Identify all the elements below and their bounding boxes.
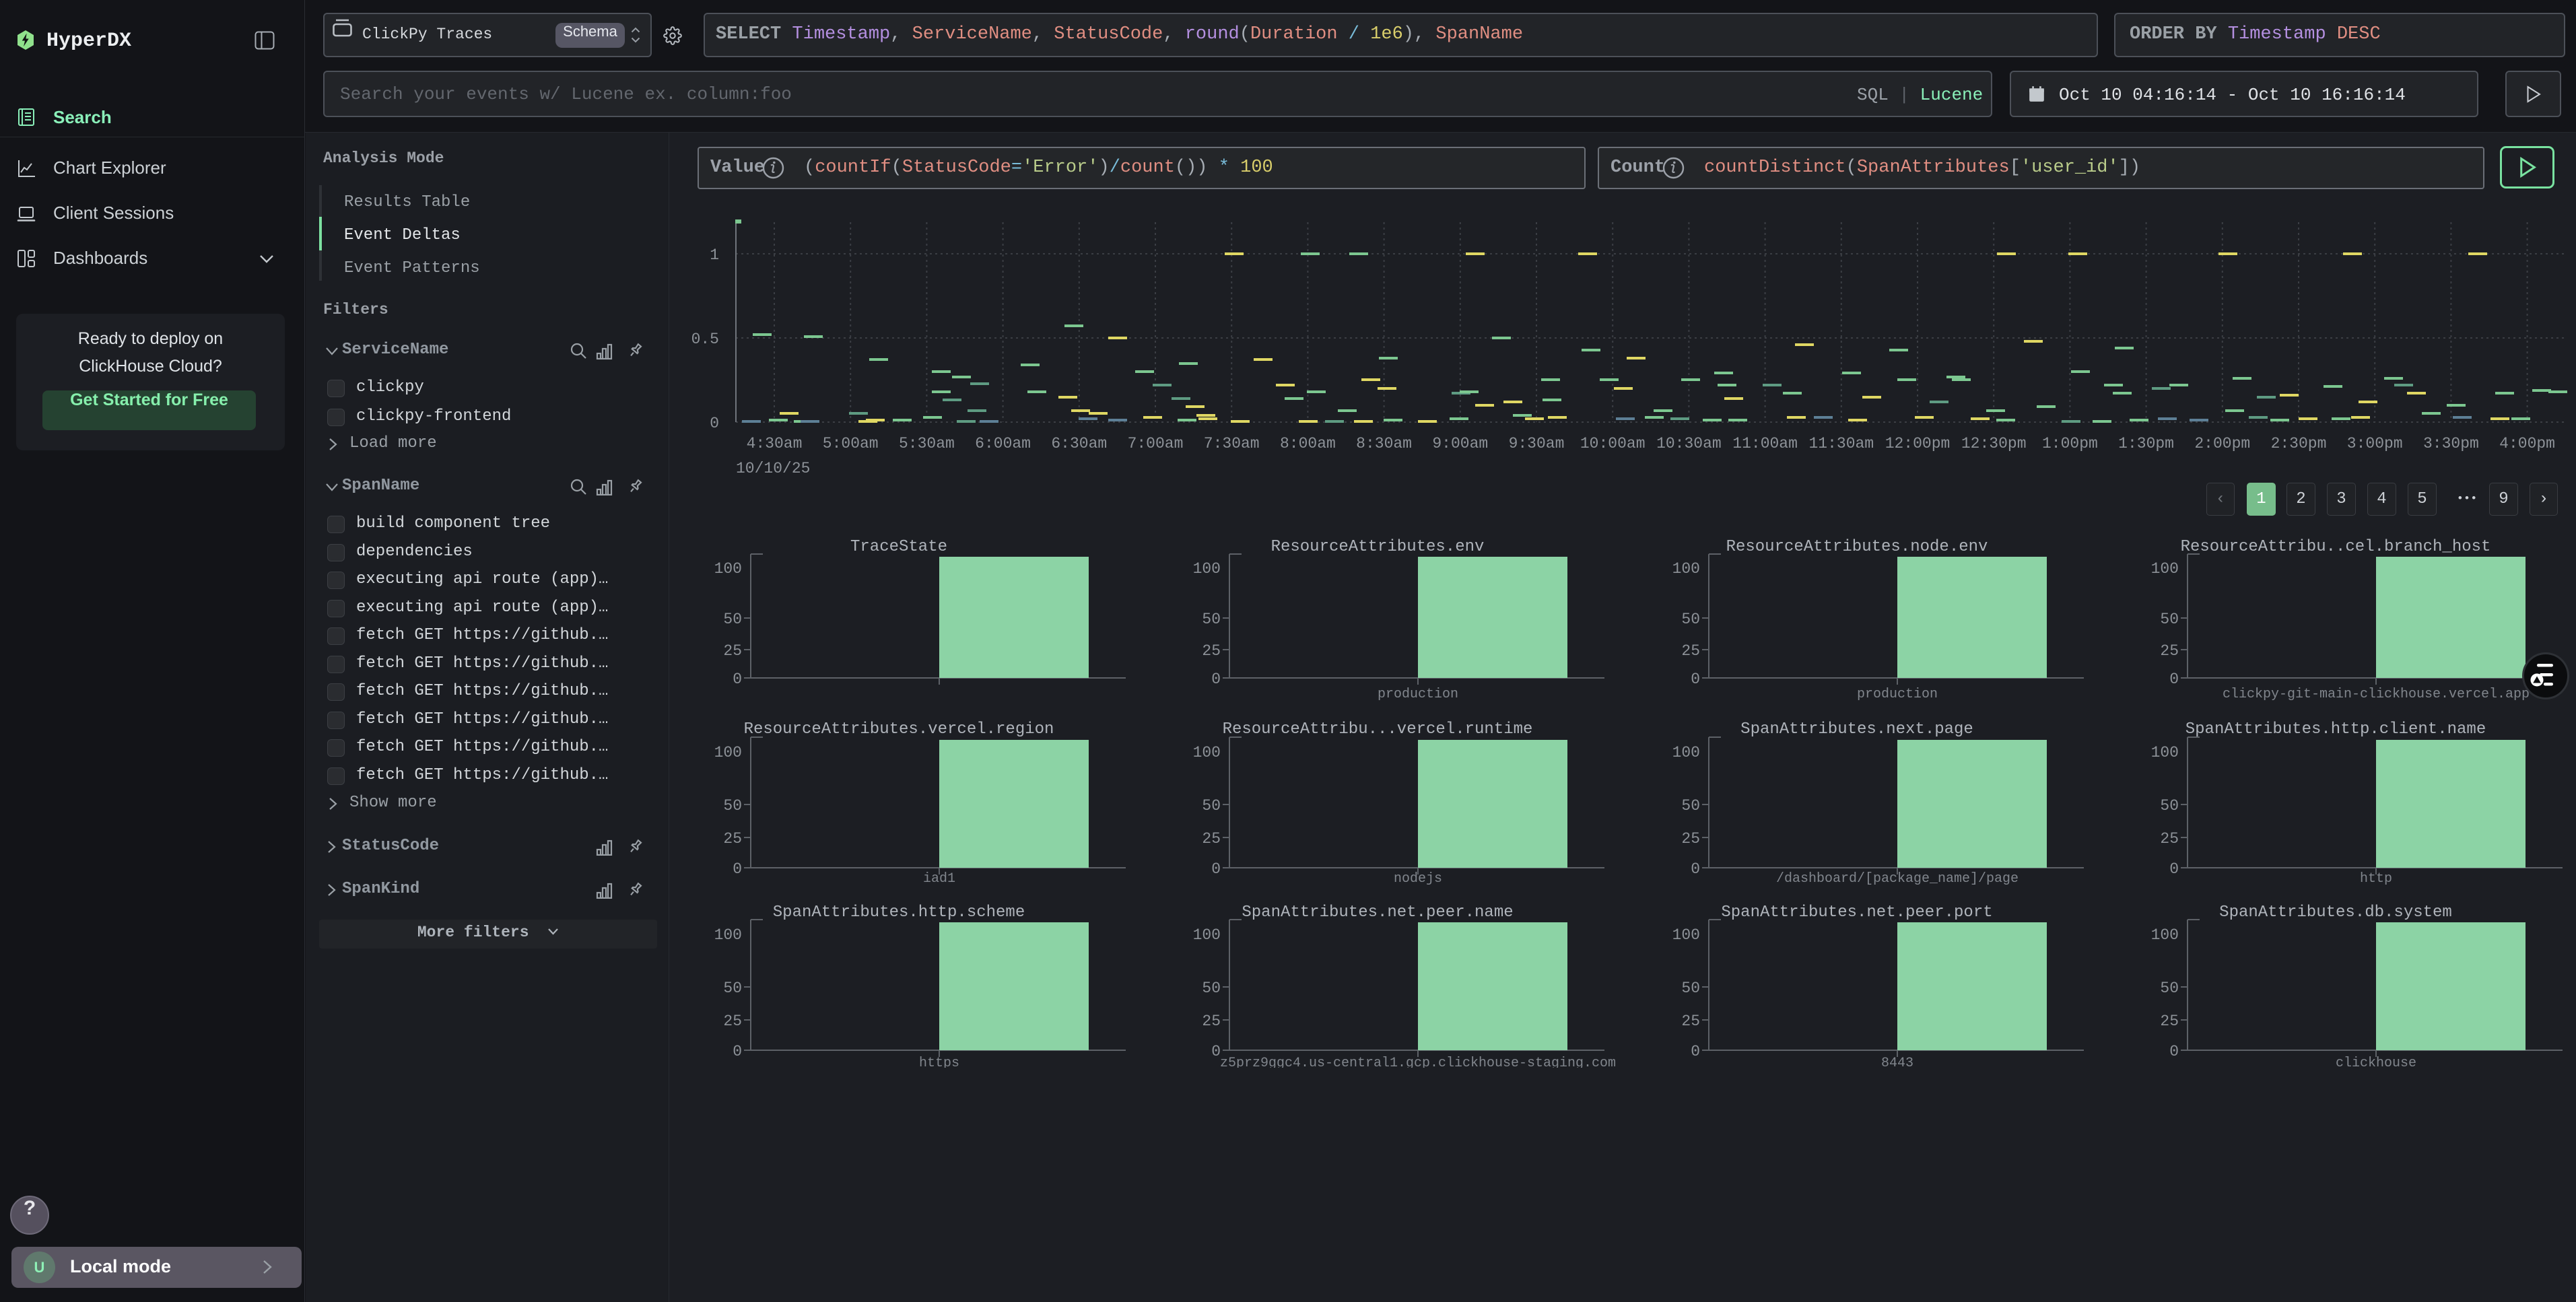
svg-text:25: 25 xyxy=(2160,830,2179,848)
svg-text:25: 25 xyxy=(1202,830,1221,848)
svg-text:50: 50 xyxy=(1202,797,1221,815)
svg-text:0: 0 xyxy=(1211,671,1221,688)
svg-text:100: 100 xyxy=(1193,560,1221,578)
svg-text:SpanAttributes.net.peer.name: SpanAttributes.net.peer.name xyxy=(1242,903,1513,922)
svg-text:SpanAttributes.http.client.nam: SpanAttributes.http.client.name xyxy=(2185,720,2486,739)
svg-text:http: http xyxy=(2360,871,2392,887)
svg-text:25: 25 xyxy=(723,830,742,848)
svg-text:0: 0 xyxy=(1691,671,1700,688)
svg-text:50: 50 xyxy=(723,797,742,815)
svg-text:100: 100 xyxy=(714,744,742,761)
svg-text:100: 100 xyxy=(1193,744,1221,761)
svg-text:SpanAttributes.next.page: SpanAttributes.next.page xyxy=(1740,720,1973,739)
svg-text:25: 25 xyxy=(1202,1013,1221,1030)
svg-text:50: 50 xyxy=(2160,611,2179,628)
svg-text:0: 0 xyxy=(733,671,742,688)
svg-text:0: 0 xyxy=(2169,1043,2179,1060)
svg-text:ResourceAttributes.node.env: ResourceAttributes.node.env xyxy=(1726,538,1988,556)
svg-text:25: 25 xyxy=(1681,642,1700,660)
svg-text:25: 25 xyxy=(723,642,742,660)
svg-text:/dashboard/[package_name]/page: /dashboard/[package_name]/page xyxy=(1776,871,2019,887)
svg-text:ResourceAttribu...vercel.runti: ResourceAttribu...vercel.runtime xyxy=(1223,720,1533,739)
svg-text:50: 50 xyxy=(723,980,742,997)
svg-text:25: 25 xyxy=(1681,1013,1700,1030)
svg-text:nodejs: nodejs xyxy=(1394,871,1442,887)
svg-text:25: 25 xyxy=(2160,642,2179,660)
svg-text:z5prz9ggc4.us-central1.gcp.cli: z5prz9ggc4.us-central1.gcp.clickhouse-st… xyxy=(1220,1056,1616,1068)
svg-text:50: 50 xyxy=(1681,797,1700,815)
svg-text:0: 0 xyxy=(2169,671,2179,688)
svg-text:50: 50 xyxy=(2160,797,2179,815)
svg-text:ResourceAttributes.env: ResourceAttributes.env xyxy=(1271,538,1485,556)
svg-text:https: https xyxy=(919,1056,959,1068)
svg-text:100: 100 xyxy=(2151,926,2179,944)
svg-text:100: 100 xyxy=(1672,744,1700,761)
svg-text:100: 100 xyxy=(2151,744,2179,761)
svg-text:100: 100 xyxy=(714,560,742,578)
svg-text:50: 50 xyxy=(1681,980,1700,997)
svg-text:ResourceAttribu..cel.branch_ho: ResourceAttribu..cel.branch_host xyxy=(2181,538,2491,556)
svg-text:0: 0 xyxy=(1691,1043,1700,1060)
svg-text:100: 100 xyxy=(2151,560,2179,578)
svg-text:50: 50 xyxy=(1202,980,1221,997)
svg-text:50: 50 xyxy=(1681,611,1700,628)
svg-text:0: 0 xyxy=(733,860,742,878)
svg-text:clickhouse: clickhouse xyxy=(2336,1056,2416,1068)
svg-text:0: 0 xyxy=(1211,860,1221,878)
svg-text:50: 50 xyxy=(1202,611,1221,628)
svg-text:25: 25 xyxy=(1202,642,1221,660)
svg-text:100: 100 xyxy=(1672,560,1700,578)
svg-text:100: 100 xyxy=(1672,926,1700,944)
svg-text:0: 0 xyxy=(733,1043,742,1060)
svg-text:TraceState: TraceState xyxy=(850,538,947,556)
svg-text:SpanAttributes.http.scheme: SpanAttributes.http.scheme xyxy=(773,903,1025,922)
svg-text:0: 0 xyxy=(1211,1043,1221,1060)
svg-text:SpanAttributes.db.system: SpanAttributes.db.system xyxy=(2219,903,2452,922)
svg-text:production: production xyxy=(1857,687,1938,702)
svg-text:iad1: iad1 xyxy=(923,871,955,887)
svg-text:50: 50 xyxy=(723,611,742,628)
svg-text:25: 25 xyxy=(2160,1013,2179,1030)
svg-text:SpanAttributes.net.peer.port: SpanAttributes.net.peer.port xyxy=(1721,903,1992,922)
svg-text:100: 100 xyxy=(1193,926,1221,944)
svg-text:0: 0 xyxy=(2169,860,2179,878)
svg-text:25: 25 xyxy=(723,1013,742,1030)
svg-text:50: 50 xyxy=(2160,980,2179,997)
svg-text:25: 25 xyxy=(1681,830,1700,848)
svg-text:clickpy-git-main-clickhouse.ve: clickpy-git-main-clickhouse.vercel.app xyxy=(2223,687,2530,702)
svg-text:8443: 8443 xyxy=(1881,1056,1913,1068)
svg-text:100: 100 xyxy=(714,926,742,944)
svg-text:0: 0 xyxy=(1691,860,1700,878)
svg-text:production: production xyxy=(1378,687,1458,702)
svg-text:ResourceAttributes.vercel.regi: ResourceAttributes.vercel.region xyxy=(744,720,1054,739)
